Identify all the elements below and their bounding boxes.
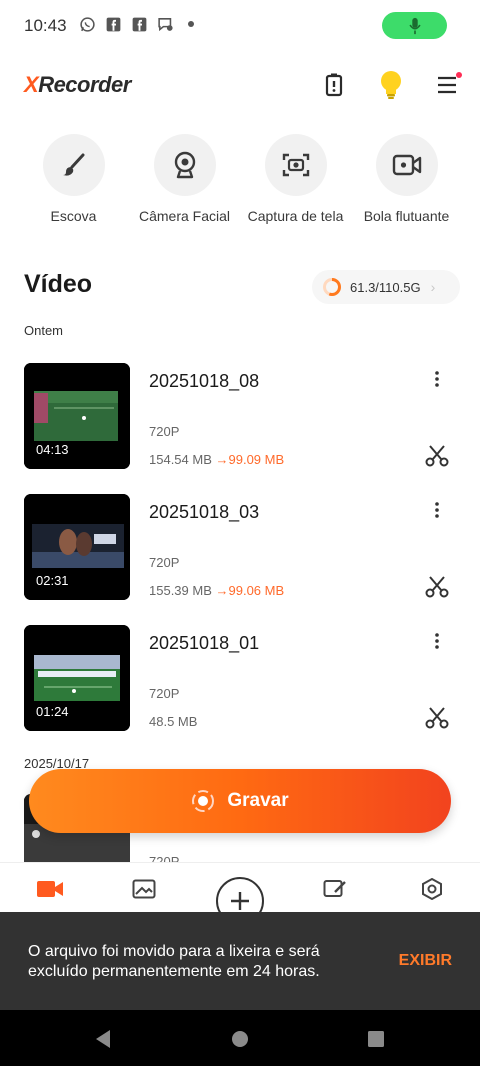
snackbar: O arquivo foi movido para a lixeira e se…: [0, 912, 480, 1010]
tool-brush[interactable]: Escova: [18, 134, 129, 224]
video-thumbnail[interactable]: 01:24: [24, 625, 130, 731]
group-label-yesterday: Ontem: [24, 323, 64, 338]
video-duration: 04:13: [36, 442, 69, 457]
more-options-icon[interactable]: [426, 367, 448, 391]
scissors-icon[interactable]: [424, 705, 450, 731]
video-duration: 01:24: [36, 704, 69, 719]
video-name: 20251018_08: [149, 371, 260, 391]
more-options-icon[interactable]: [426, 629, 448, 653]
app-header: XRecorder: [0, 60, 480, 110]
brush-icon: [42, 134, 105, 196]
home-icon[interactable]: [229, 1028, 251, 1050]
whatsapp-icon: [78, 15, 96, 33]
chevron-right-icon: ›: [430, 279, 436, 295]
record-icon: [192, 790, 215, 812]
recents-icon[interactable]: [365, 1028, 387, 1050]
video-name: 20251018_01: [149, 633, 260, 653]
tool-label: Câmera Facial: [138, 208, 231, 224]
tool-floating-ball[interactable]: Bola flutuante: [351, 134, 462, 224]
scissors-icon[interactable]: [424, 574, 450, 600]
video-duration: 02:31: [36, 573, 69, 588]
video-resolution: 720P: [149, 686, 180, 701]
bottom-nav: [0, 862, 480, 925]
video-resolution: 720P: [149, 555, 180, 570]
video-size: 154.54 MB →99.09 MB: [149, 452, 285, 467]
menu-button[interactable]: [430, 68, 464, 102]
video-name: 20251018_03: [149, 502, 260, 522]
video-size: 155.39 MB →99.06 MB: [149, 583, 285, 598]
notification-icons: [78, 15, 200, 33]
screenshot-icon: [264, 134, 327, 196]
tool-facecam[interactable]: Câmera Facial: [129, 134, 240, 224]
facebook-icon: [104, 15, 122, 33]
video-thumbnail[interactable]: 02:31: [24, 494, 130, 600]
video-size: 48.5 MB: [149, 714, 198, 729]
system-nav-bar: [0, 1010, 480, 1066]
scissors-icon[interactable]: [424, 443, 450, 469]
notification-dot: [456, 72, 462, 78]
video-thumbnail[interactable]: 04:13: [24, 363, 130, 469]
back-icon[interactable]: [92, 1028, 114, 1050]
video-resolution: 720P: [149, 424, 180, 439]
webcam-icon: [153, 134, 216, 196]
video-item[interactable]: 02:31 20251018_03 720P 155.39 MB →99.06 …: [24, 494, 456, 600]
status-time: 10:43: [24, 16, 67, 35]
video-resolution: 720P: [149, 854, 180, 862]
app-screen: 10:43 XRecorder Escova Câmera Facial Cap…: [0, 0, 480, 1066]
nav-images-icon[interactable]: [129, 877, 159, 901]
storage-text: 61.3/110.5G: [350, 279, 421, 295]
app-logo: XRecorder: [24, 72, 131, 97]
more-options-icon[interactable]: [426, 498, 448, 522]
status-bar: 10:43: [0, 0, 480, 52]
tool-label: Escova: [50, 208, 97, 224]
snackbar-message: O arquivo foi movido para a lixeira e se…: [28, 943, 320, 980]
dot-icon: [182, 15, 200, 33]
video-item[interactable]: 01:24 20251018_01 720P 48.5 MB: [24, 625, 456, 731]
battery-alert-button[interactable]: [317, 68, 351, 102]
nav-edit-icon[interactable]: [321, 877, 351, 901]
storage-ring-icon: [323, 278, 341, 296]
tool-row: Escova Câmera Facial Captura de tela Bol…: [18, 134, 462, 224]
nav-videos-icon[interactable]: [35, 877, 65, 901]
snackbar-view-button[interactable]: EXIBIR: [399, 952, 452, 970]
record-label: Gravar: [227, 790, 289, 811]
video-item[interactable]: 04:13 20251018_08 720P 154.54 MB →99.09 …: [24, 363, 456, 469]
storage-indicator[interactable]: 61.3/110.5G ›: [312, 270, 460, 304]
chat-icon: [156, 15, 174, 33]
mic-indicator[interactable]: [382, 12, 447, 39]
tool-screenshot[interactable]: Captura de tela: [240, 134, 351, 224]
facebook-icon: [130, 15, 148, 33]
record-button[interactable]: Gravar: [29, 769, 451, 833]
floating-video-icon: [375, 134, 438, 196]
tool-label: Bola flutuante: [363, 208, 450, 224]
tool-label: Captura de tela: [247, 208, 344, 224]
section-title: Vídeo: [24, 270, 93, 298]
lightbulb-icon[interactable]: [374, 68, 408, 102]
nav-settings-icon[interactable]: [417, 877, 447, 901]
